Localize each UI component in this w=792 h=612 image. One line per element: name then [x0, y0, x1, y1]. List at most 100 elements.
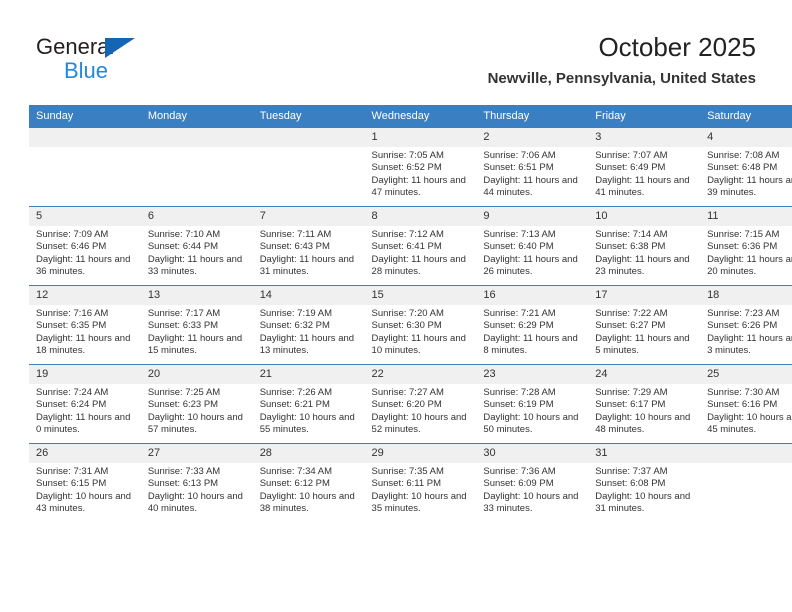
- day-number: 13: [140, 286, 253, 305]
- page-title: October 2025: [598, 32, 756, 62]
- calendar-day-cell[interactable]: 15 Sunrise: 7:20 AM Sunset: 6:30 PM Dayligh…: [364, 285, 477, 365]
- calendar-day-cell[interactable]: 3 Sunrise: 7:07 AM Sunset: 6:49 PM Daylight…: [588, 127, 701, 207]
- day-number: 9: [476, 207, 589, 226]
- day-number: 5: [29, 207, 141, 226]
- calendar-day-cell[interactable]: 4 Sunrise: 7:08 AM Sunset: 6:48 PM Daylight…: [700, 127, 792, 207]
- calendar-day-cell[interactable]: 5 Sunrise: 7:09 AM Sunset: 6:46 PM Daylight…: [29, 206, 141, 286]
- calendar-day-cell[interactable]: 6 Sunrise: 7:10 AM Sunset: 6:44 PM Daylight…: [140, 206, 253, 286]
- sunset-text: Sunset: 6:08 PM: [595, 478, 666, 490]
- day-detail: Sunrise: 7:30 AM Sunset: 6:16 PM Daylight:…: [700, 384, 792, 437]
- day-detail: Sunrise: 7:27 AM Sunset: 6:20 PM Daylight:…: [365, 384, 477, 437]
- calendar-empty-cell: [252, 127, 365, 207]
- sunset-text: Sunset: 6:41 PM: [371, 241, 442, 253]
- sunset-text: Sunset: 6:38 PM: [595, 241, 666, 253]
- daylight-text: Daylight: 11 hours and 39 minutes.: [707, 174, 792, 199]
- daylight-text: Daylight: 10 hours and 43 minutes.: [36, 490, 132, 515]
- daylight-text: Daylight: 11 hours and 47 minutes.: [371, 174, 466, 199]
- sunrise-text: Sunrise: 7:37 AM: [595, 466, 668, 477]
- calendar-day-cell[interactable]: 9 Sunrise: 7:13 AM Sunset: 6:40 PM Daylight…: [476, 206, 589, 286]
- day-detail: Sunrise: 7:19 AM Sunset: 6:32 PM Daylight:…: [253, 305, 365, 358]
- daylight-text: Daylight: 11 hours and 41 minutes.: [595, 174, 690, 199]
- day-number: [700, 444, 792, 463]
- day-number: 27: [140, 444, 253, 463]
- sunrise-text: Sunrise: 7:05 AM: [371, 150, 444, 161]
- day-detail: Sunrise: 7:24 AM Sunset: 6:24 PM Daylight:…: [29, 384, 141, 437]
- daylight-text: Daylight: 11 hours and 23 minutes.: [595, 253, 690, 278]
- calendar-day-cell[interactable]: 7 Sunrise: 7:11 AM Sunset: 6:43 PM Daylight…: [252, 206, 365, 286]
- calendar-day-cell[interactable]: 14 Sunrise: 7:19 AM Sunset: 6:32 PM Dayligh…: [252, 285, 365, 365]
- calendar-day-cell[interactable]: 8 Sunrise: 7:12 AM Sunset: 6:41 PM Daylight…: [364, 206, 477, 286]
- general-blue-logo[interactable]: General Blue: [36, 34, 236, 84]
- day-detail: Sunrise: 7:34 AM Sunset: 6:12 PM Daylight:…: [253, 463, 365, 516]
- sunset-text: Sunset: 6:44 PM: [147, 241, 219, 253]
- day-detail: Sunrise: 7:14 AM Sunset: 6:38 PM Daylight:…: [588, 226, 700, 279]
- calendar-day-cell[interactable]: 13 Sunrise: 7:17 AM Sunset: 6:33 PM Dayligh…: [140, 285, 253, 365]
- day-number: 16: [476, 286, 589, 305]
- calendar-day-cell[interactable]: 28 Sunrise: 7:34 AM Sunset: 6:12 PM Dayligh…: [252, 443, 365, 522]
- weekday-header-tuesday: Tuesday: [252, 105, 365, 128]
- calendar-day-cell[interactable]: 12 Sunrise: 7:16 AM Sunset: 6:35 PM Dayligh…: [29, 285, 141, 365]
- day-detail: Sunrise: 7:08 AM Sunset: 6:48 PM Daylight:…: [700, 147, 792, 200]
- calendar-day-cell[interactable]: 26 Sunrise: 7:31 AM Sunset: 6:15 PM Dayligh…: [29, 443, 141, 522]
- sunrise-text: Sunrise: 7:33 AM: [147, 466, 221, 477]
- sunrise-text: Sunrise: 7:06 AM: [483, 150, 556, 161]
- weekday-header-friday: Friday: [588, 105, 701, 128]
- day-number: 17: [588, 286, 701, 305]
- calendar-day-cell[interactable]: 18 Sunrise: 7:23 AM Sunset: 6:26 PM Dayligh…: [700, 285, 792, 365]
- day-detail: Sunrise: 7:31 AM Sunset: 6:15 PM Daylight:…: [29, 463, 141, 516]
- calendar-page: General Blue October 2025 Newville, Penn…: [0, 0, 792, 612]
- day-number: [29, 128, 141, 147]
- calendar-day-cell[interactable]: 1 Sunrise: 7:05 AM Sunset: 6:52 PM Daylight…: [364, 127, 477, 207]
- calendar-day-cell[interactable]: 22 Sunrise: 7:27 AM Sunset: 6:20 PM Dayligh…: [364, 364, 477, 444]
- day-detail: Sunrise: 7:25 AM Sunset: 6:23 PM Daylight:…: [141, 384, 253, 437]
- sunrise-text: Sunrise: 7:34 AM: [259, 466, 333, 477]
- day-detail: Sunrise: 7:10 AM Sunset: 6:44 PM Daylight:…: [141, 226, 253, 279]
- day-detail: Sunrise: 7:36 AM Sunset: 6:09 PM Daylight:…: [476, 463, 588, 516]
- sunrise-text: Sunrise: 7:28 AM: [483, 387, 556, 398]
- sunrise-text: Sunrise: 7:26 AM: [259, 387, 333, 398]
- calendar-day-cell[interactable]: 21 Sunrise: 7:26 AM Sunset: 6:21 PM Dayligh…: [252, 364, 365, 444]
- calendar-day-cell[interactable]: 10 Sunrise: 7:14 AM Sunset: 6:38 PM Dayligh…: [588, 206, 701, 286]
- sunset-text: Sunset: 6:21 PM: [259, 399, 330, 411]
- sunset-text: Sunset: 6:35 PM: [36, 320, 107, 332]
- calendar-day-cell[interactable]: 20 Sunrise: 7:25 AM Sunset: 6:23 PM Dayligh…: [140, 364, 253, 444]
- day-number: [252, 128, 365, 147]
- daylight-text: Daylight: 11 hours and 18 minutes.: [36, 332, 131, 357]
- day-number: 3: [588, 128, 701, 147]
- sunset-text: Sunset: 6:16 PM: [707, 399, 778, 411]
- day-number: 12: [29, 286, 141, 305]
- calendar-week-row: 12 Sunrise: 7:16 AM Sunset: 6:35 PM Dayligh…: [29, 285, 792, 365]
- day-number: 10: [588, 207, 701, 226]
- calendar-day-cell[interactable]: 19 Sunrise: 7:24 AM Sunset: 6:24 PM Dayligh…: [29, 364, 141, 444]
- day-number: 28: [252, 444, 365, 463]
- daylight-text: Daylight: 11 hours and 36 minutes.: [36, 253, 131, 278]
- day-detail: Sunrise: 7:23 AM Sunset: 6:26 PM Daylight:…: [700, 305, 792, 358]
- calendar-empty-cell: [700, 443, 792, 522]
- calendar-day-cell[interactable]: 30 Sunrise: 7:36 AM Sunset: 6:09 PM Dayligh…: [476, 443, 589, 522]
- calendar-day-cell[interactable]: 16 Sunrise: 7:21 AM Sunset: 6:29 PM Dayligh…: [476, 285, 589, 365]
- sunset-text: Sunset: 6:52 PM: [371, 162, 442, 174]
- weekday-header-wednesday: Wednesday: [364, 105, 477, 128]
- sunset-text: Sunset: 6:23 PM: [147, 399, 219, 411]
- daylight-text: Daylight: 11 hours and 0 minutes.: [36, 411, 131, 436]
- sunset-text: Sunset: 6:51 PM: [483, 162, 554, 174]
- day-number: 19: [29, 365, 141, 384]
- calendar-day-cell[interactable]: 25 Sunrise: 7:30 AM Sunset: 6:16 PM Dayligh…: [700, 364, 792, 444]
- calendar-day-cell[interactable]: 31 Sunrise: 7:37 AM Sunset: 6:08 PM Dayligh…: [588, 443, 701, 522]
- sunrise-text: Sunrise: 7:07 AM: [595, 150, 668, 161]
- daylight-text: Daylight: 10 hours and 50 minutes.: [483, 411, 579, 436]
- calendar-day-cell[interactable]: 11 Sunrise: 7:15 AM Sunset: 6:36 PM Dayligh…: [700, 206, 792, 286]
- calendar-day-cell[interactable]: 17 Sunrise: 7:22 AM Sunset: 6:27 PM Dayligh…: [588, 285, 701, 365]
- calendar-day-cell[interactable]: 27 Sunrise: 7:33 AM Sunset: 6:13 PM Dayligh…: [140, 443, 253, 522]
- calendar-day-cell[interactable]: 29 Sunrise: 7:35 AM Sunset: 6:11 PM Dayligh…: [364, 443, 477, 522]
- sunset-text: Sunset: 6:09 PM: [483, 478, 554, 490]
- daylight-text: Daylight: 11 hours and 26 minutes.: [483, 253, 578, 278]
- sunrise-text: Sunrise: 7:31 AM: [36, 466, 109, 477]
- day-number: 30: [476, 444, 589, 463]
- day-detail: Sunrise: 7:07 AM Sunset: 6:49 PM Daylight:…: [588, 147, 700, 200]
- calendar-day-cell[interactable]: 2 Sunrise: 7:06 AM Sunset: 6:51 PM Daylight…: [476, 127, 589, 207]
- calendar-day-cell[interactable]: 24 Sunrise: 7:29 AM Sunset: 6:17 PM Dayligh…: [588, 364, 701, 444]
- sunset-text: Sunset: 6:32 PM: [259, 320, 330, 332]
- calendar-day-cell[interactable]: 23 Sunrise: 7:28 AM Sunset: 6:19 PM Dayligh…: [476, 364, 589, 444]
- daylight-text: Daylight: 11 hours and 20 minutes.: [707, 253, 792, 278]
